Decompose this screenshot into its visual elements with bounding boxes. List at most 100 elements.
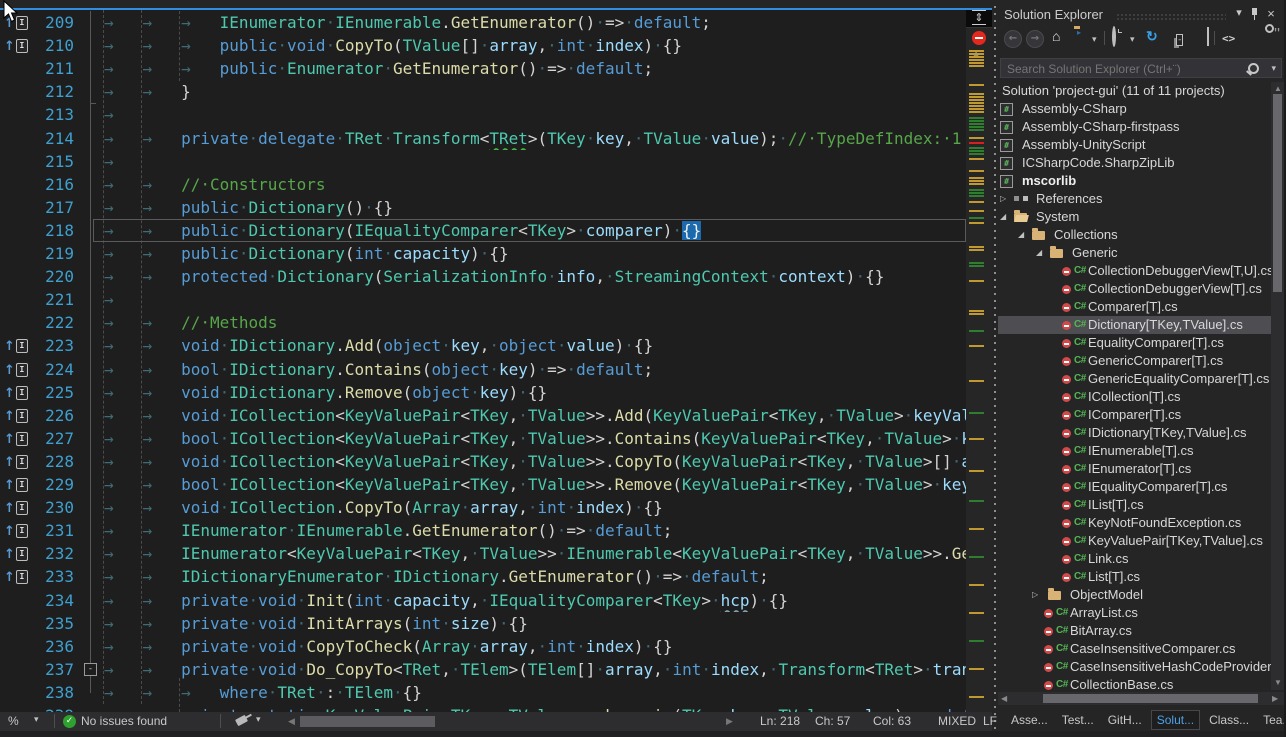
search-caret-icon[interactable]: ▾: [1271, 63, 1276, 74]
tree-item[interactable]: #Assembly-UnityScript: [998, 136, 1272, 154]
view-code-button[interactable]: <>: [1222, 30, 1235, 48]
collapse-all-button[interactable]: -: [1176, 34, 1183, 46]
split-window-handle[interactable]: ⇕: [966, 10, 992, 28]
hscroll-thumb[interactable]: [300, 716, 435, 727]
tree-vertical-scrollbar[interactable]: ▲ ▼: [1271, 82, 1284, 690]
implements-glyph-icon[interactable]: ↑I: [4, 545, 30, 561]
scroll-left-arrow-icon[interactable]: ◀: [1001, 694, 1007, 703]
implements-glyph-icon[interactable]: ↑I: [4, 453, 30, 469]
code-line-210[interactable]: ↑I210→ → → public·void·CopyTo(TValue[]·a…: [0, 34, 966, 57]
tree-item[interactable]: ▷ObjectModel: [998, 586, 1272, 604]
tree-item[interactable]: C#CollectionBase.cs: [998, 676, 1272, 690]
code-line-216[interactable]: 216→ → //·Constructors: [0, 173, 966, 196]
implements-glyph-icon[interactable]: ↑I: [4, 568, 30, 584]
line-number[interactable]: 238: [34, 681, 74, 704]
tree-item[interactable]: C#IEqualityComparer[T].cs: [998, 478, 1272, 496]
code-line-230[interactable]: ↑I230→ → void·ICollection.CopyTo(Array·a…: [0, 496, 966, 519]
code-line-236[interactable]: 236→ → private·void·CopyToCheck(Array·ar…: [0, 635, 966, 658]
tree-item[interactable]: C#EqualityComparer[T].cs: [998, 334, 1272, 352]
expand-arrow-icon[interactable]: ▷: [1000, 190, 1006, 208]
line-number[interactable]: 214: [34, 127, 74, 150]
implements-glyph-icon[interactable]: ↑I: [4, 499, 30, 515]
tree-item[interactable]: ▷References: [998, 190, 1272, 208]
tree-item[interactable]: ◢Collections: [998, 226, 1272, 244]
code-line-239[interactable]: 239→ → private·static·KeyValuePair<TKey,…: [0, 704, 966, 712]
scroll-down-arrow-icon[interactable]: ▼: [1274, 678, 1282, 687]
tree-item[interactable]: #ICSharpCode.SharpZipLib: [998, 154, 1272, 172]
tree-item[interactable]: C#Dictionary[TKey,TValue].cs: [998, 316, 1272, 334]
line-number[interactable]: 231: [34, 519, 74, 542]
line-number[interactable]: 232: [34, 542, 74, 565]
toolbar-overflow-button[interactable]: '': [1274, 26, 1280, 44]
window-position-caret-icon[interactable]: ▾: [1232, 6, 1246, 19]
code-line-218[interactable]: 218→ → public·Dictionary(IEqualityCompar…: [0, 219, 966, 242]
tree-item[interactable]: C#BitArray.cs: [998, 622, 1272, 640]
code-line-232[interactable]: ↑I232→ → IEnumerator<KeyValuePair<TKey,·…: [0, 542, 966, 565]
implements-glyph-icon[interactable]: ↑I: [4, 407, 30, 423]
line-number[interactable]: 220: [34, 265, 74, 288]
line-number[interactable]: 234: [34, 589, 74, 612]
line-number[interactable]: 215: [34, 150, 74, 173]
line-number[interactable]: 226: [34, 404, 74, 427]
tree-item[interactable]: #mscorlib: [998, 172, 1272, 190]
zoom-caret-icon[interactable]: ▾: [34, 714, 39, 725]
scroll-right-arrow-icon[interactable]: ▶: [1272, 694, 1278, 703]
code-line-227[interactable]: ↑I227→ → bool·ICollection<KeyValuePair<T…: [0, 427, 966, 450]
code-line-221[interactable]: 221→: [0, 288, 966, 311]
code-line-223[interactable]: ↑I223→ → void·IDictionary.Add(object·key…: [0, 334, 966, 357]
code-line-213[interactable]: 213→: [0, 103, 966, 126]
tree-item[interactable]: ◢Generic: [998, 244, 1272, 262]
tree-item[interactable]: C#IDictionary[TKey,TValue].cs: [998, 424, 1272, 442]
pending-changes-filter-button[interactable]: [1112, 26, 1116, 47]
refresh-button[interactable]: ↻: [1146, 28, 1158, 45]
tree-item[interactable]: C#IList[T].cs: [998, 496, 1272, 514]
close-icon[interactable]: ×: [1264, 6, 1278, 21]
tree-item[interactable]: C#CollectionDebuggerView[T].cs: [998, 280, 1272, 298]
home-button[interactable]: ⌂: [1052, 28, 1060, 44]
implements-glyph-icon[interactable]: ↑I: [4, 476, 30, 492]
panel-tab-tea[interactable]: Tea...: [1258, 711, 1286, 729]
line-number[interactable]: 213: [34, 103, 74, 126]
line-number[interactable]: 210: [34, 34, 74, 57]
line-number[interactable]: 209: [34, 11, 74, 34]
code-line-222[interactable]: 222→ → //·Methods: [0, 311, 966, 334]
tree-item[interactable]: C#CaseInsensitiveHashCodeProvider.cs: [998, 658, 1272, 676]
code-line-229[interactable]: ↑I229→ → bool·ICollection<KeyValuePair<T…: [0, 473, 966, 496]
line-number[interactable]: 216: [34, 173, 74, 196]
line-number[interactable]: 235: [34, 612, 74, 635]
collapse-arrow-icon[interactable]: ◢: [1018, 226, 1024, 244]
code-line-209[interactable]: ↑I209→ → → IEnumerator·IEnumerable.GetEn…: [0, 11, 966, 34]
line-number[interactable]: 227: [34, 427, 74, 450]
panel-tab-test[interactable]: Test...: [1057, 711, 1099, 729]
code-line-233[interactable]: ↑I233→ → IDictionaryEnumerator·IDictiona…: [0, 565, 966, 588]
tree-item[interactable]: #Assembly-CSharp-firstpass: [998, 118, 1272, 136]
hscroll-thumb[interactable]: [1043, 694, 1258, 703]
code-line-212[interactable]: 212→ → }: [0, 80, 966, 103]
code-line-225[interactable]: ↑I225→ → void·IDictionary.Remove(object·…: [0, 381, 966, 404]
panel-drag-grip[interactable]: [1116, 13, 1226, 20]
line-number[interactable]: 228: [34, 450, 74, 473]
code-line-224[interactable]: ↑I224→ → bool·IDictionary.Contains(objec…: [0, 358, 966, 381]
tree-item[interactable]: C#CaseInsensitiveComparer.cs: [998, 640, 1272, 658]
code-line-228[interactable]: ↑I228→ → void·ICollection<KeyValuePair<T…: [0, 450, 966, 473]
hscroll-right-arrow-icon[interactable]: ▶: [726, 716, 733, 727]
tree-item[interactable]: C#GenericComparer[T].cs: [998, 352, 1272, 370]
code-line-215[interactable]: 215→: [0, 150, 966, 173]
tree-item[interactable]: C#Link.cs: [998, 550, 1272, 568]
tree-item[interactable]: C#List[T].cs: [998, 568, 1272, 586]
search-input[interactable]: [1005, 60, 1239, 78]
line-number[interactable]: 239: [34, 704, 74, 712]
tree-item[interactable]: C#KeyValuePair[TKey,TValue].cs: [998, 532, 1272, 550]
code-line-235[interactable]: 235→ → private·void·InitArrays(int·size)…: [0, 612, 966, 635]
implements-glyph-icon[interactable]: ↑I: [4, 522, 30, 538]
tree-item[interactable]: C#IComparer[T].cs: [998, 406, 1272, 424]
code-cleanup-broom-icon[interactable]: [235, 715, 248, 726]
tree-item[interactable]: C#ArrayList.cs: [998, 604, 1272, 622]
search-icon[interactable]: [1248, 63, 1259, 74]
tree-item[interactable]: #Assembly-CSharp: [998, 100, 1272, 118]
line-number[interactable]: 229: [34, 473, 74, 496]
line-number[interactable]: 221: [34, 288, 74, 311]
tree-item[interactable]: ◢System: [998, 208, 1272, 226]
collapse-arrow-icon[interactable]: ◢: [1036, 244, 1042, 262]
forward-button[interactable]: →: [1026, 30, 1044, 48]
